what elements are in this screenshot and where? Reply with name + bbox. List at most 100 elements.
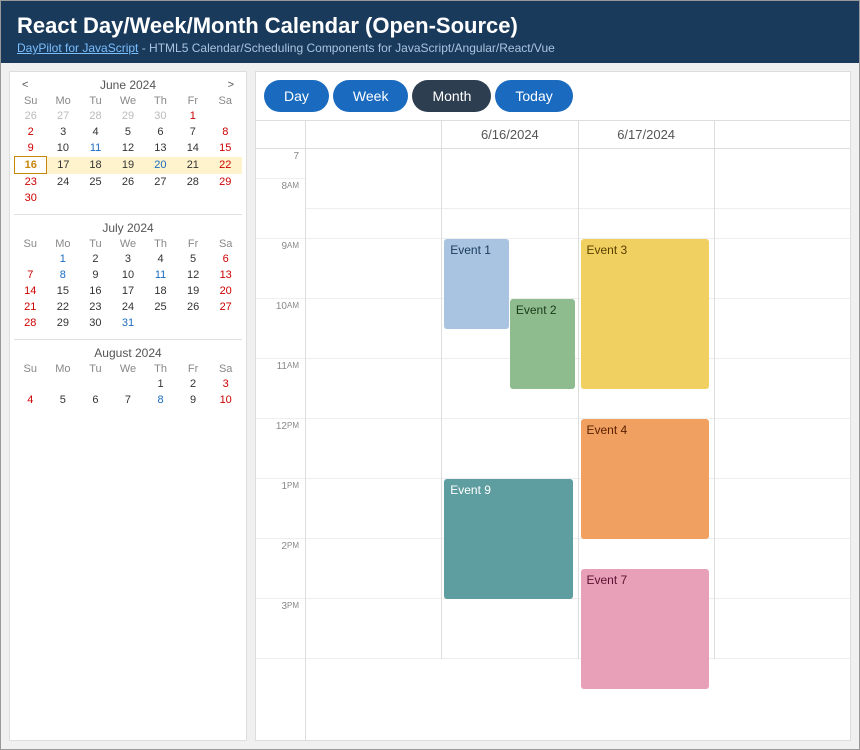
calendar-day[interactable]: 22 — [209, 157, 241, 174]
calendar-day[interactable]: 7 — [177, 124, 209, 140]
time-gutter-header — [256, 121, 306, 148]
calendar-day[interactable]: 6 — [209, 251, 242, 267]
calendar-day[interactable]: 10 — [209, 392, 242, 408]
week-button[interactable]: Week — [333, 80, 409, 112]
calendar-day[interactable]: 13 — [144, 140, 176, 157]
calendar-day[interactable]: 18 — [79, 157, 111, 174]
calendar-day[interactable]: 21 — [177, 157, 209, 174]
calendar-day[interactable]: 20 — [209, 283, 242, 299]
calendar-day[interactable]: 15 — [209, 140, 241, 157]
calendar-day — [144, 315, 177, 331]
calendar-day[interactable]: 8 — [47, 267, 80, 283]
calendar-day[interactable]: 3 — [47, 124, 79, 140]
calendar-day[interactable]: 7 — [14, 267, 47, 283]
calendar-day[interactable]: 11 — [144, 267, 177, 283]
calendar-day[interactable]: 20 — [144, 157, 176, 174]
time-12pm: 12PM — [256, 419, 305, 479]
calendar-day[interactable]: 19 — [112, 157, 144, 174]
calendar-day[interactable]: 2 — [79, 251, 112, 267]
calendar-day[interactable]: 4 — [14, 392, 47, 408]
event-4[interactable]: Event 4 — [581, 419, 709, 539]
calendar-day[interactable]: 8 — [144, 392, 177, 408]
calendar-day[interactable]: 24 — [112, 299, 145, 315]
calendar-day[interactable]: 16 — [15, 157, 47, 174]
calendar-day[interactable]: 12 — [177, 267, 210, 283]
calendar-day[interactable]: 27 — [47, 108, 79, 124]
calendar-day — [14, 251, 47, 267]
next-month-button[interactable]: > — [224, 78, 238, 92]
calendar-day[interactable]: 3 — [112, 251, 145, 267]
calendar-day[interactable]: 1 — [47, 251, 80, 267]
calendar-day[interactable]: 21 — [14, 299, 47, 315]
calendar-day[interactable]: 7 — [112, 392, 145, 408]
day-button[interactable]: Day — [264, 80, 329, 112]
calendar-day[interactable]: 17 — [47, 157, 79, 174]
calendar-day[interactable]: 2 — [177, 376, 210, 392]
event-2[interactable]: Event 2 — [510, 299, 575, 389]
time-2pm: 2PM — [256, 539, 305, 599]
calendar-day[interactable]: 25 — [79, 174, 111, 191]
calendar-day[interactable]: 9 — [15, 140, 47, 157]
calendar-day[interactable]: 28 — [79, 108, 111, 124]
calendar-day[interactable]: 29 — [47, 315, 80, 331]
col-we: We — [112, 94, 144, 108]
today-button[interactable]: Today — [495, 80, 572, 112]
month-button[interactable]: Month — [412, 80, 491, 112]
calendar-day[interactable]: 14 — [14, 283, 47, 299]
mini-calendar-june: < June 2024 > Su Mo Tu We Th Fr Sa — [14, 76, 242, 206]
calendar-day[interactable]: 17 — [112, 283, 145, 299]
prev-month-button[interactable]: < — [18, 78, 32, 92]
event-9[interactable]: Event 9 — [444, 479, 572, 599]
calendar-day[interactable]: 30 — [15, 190, 47, 206]
calendar-day[interactable]: 18 — [144, 283, 177, 299]
calendar-day[interactable]: 27 — [144, 174, 176, 191]
calendar-day[interactable]: 6 — [79, 392, 112, 408]
calendar-day[interactable]: 10 — [112, 267, 145, 283]
calendar-day[interactable]: 11 — [79, 140, 111, 157]
august-grid: Su Mo Tu We Th Fr Sa 12345678910 — [14, 362, 242, 408]
calendar-day[interactable]: 9 — [79, 267, 112, 283]
calendar-day[interactable]: 26 — [177, 299, 210, 315]
calendar-day[interactable]: 26 — [15, 108, 47, 124]
calendar-day[interactable]: 12 — [112, 140, 144, 157]
calendar-day[interactable]: 5 — [47, 392, 80, 408]
calendar-day[interactable]: 29 — [209, 174, 241, 191]
event-7[interactable]: Event 7 — [581, 569, 709, 689]
calendar-day[interactable]: 28 — [177, 174, 209, 191]
calendar-day[interactable]: 30 — [144, 108, 176, 124]
calendar-day[interactable]: 23 — [79, 299, 112, 315]
calendar-day[interactable]: 1 — [144, 376, 177, 392]
calendar-day[interactable]: 9 — [177, 392, 210, 408]
calendar-day[interactable]: 23 — [15, 174, 47, 191]
calendar-day[interactable]: 16 — [79, 283, 112, 299]
calendar-day[interactable]: 8 — [209, 124, 241, 140]
time-10am: 10AM — [256, 299, 305, 359]
calendar-day[interactable]: 14 — [177, 140, 209, 157]
calendar-day[interactable]: 19 — [177, 283, 210, 299]
calendar-day[interactable]: 1 — [177, 108, 209, 124]
calendar-day[interactable]: 15 — [47, 283, 80, 299]
calendar-day[interactable]: 27 — [209, 299, 242, 315]
calendar-day[interactable]: 29 — [112, 108, 144, 124]
calendar-day[interactable]: 31 — [112, 315, 145, 331]
calendar-day[interactable]: 10 — [47, 140, 79, 157]
header: React Day/Week/Month Calendar (Open-Sour… — [1, 1, 859, 63]
calendar-day[interactable]: 24 — [47, 174, 79, 191]
calendar-day[interactable]: 4 — [144, 251, 177, 267]
calendar-day[interactable]: 22 — [47, 299, 80, 315]
calendar-day[interactable]: 5 — [112, 124, 144, 140]
event-1[interactable]: Event 1 — [444, 239, 509, 329]
calendar-day — [177, 190, 209, 206]
calendar-day[interactable]: 26 — [112, 174, 144, 191]
calendar-day[interactable]: 13 — [209, 267, 242, 283]
calendar-day[interactable]: 3 — [209, 376, 242, 392]
calendar-day[interactable]: 30 — [79, 315, 112, 331]
daypilot-link[interactable]: DayPilot for JavaScript — [17, 41, 138, 55]
calendar-day[interactable]: 2 — [15, 124, 47, 140]
calendar-day[interactable]: 25 — [144, 299, 177, 315]
calendar-day[interactable]: 4 — [79, 124, 111, 140]
calendar-day[interactable]: 5 — [177, 251, 210, 267]
calendar-day[interactable]: 6 — [144, 124, 176, 140]
calendar-day[interactable]: 28 — [14, 315, 47, 331]
event-3[interactable]: Event 3 — [581, 239, 709, 389]
